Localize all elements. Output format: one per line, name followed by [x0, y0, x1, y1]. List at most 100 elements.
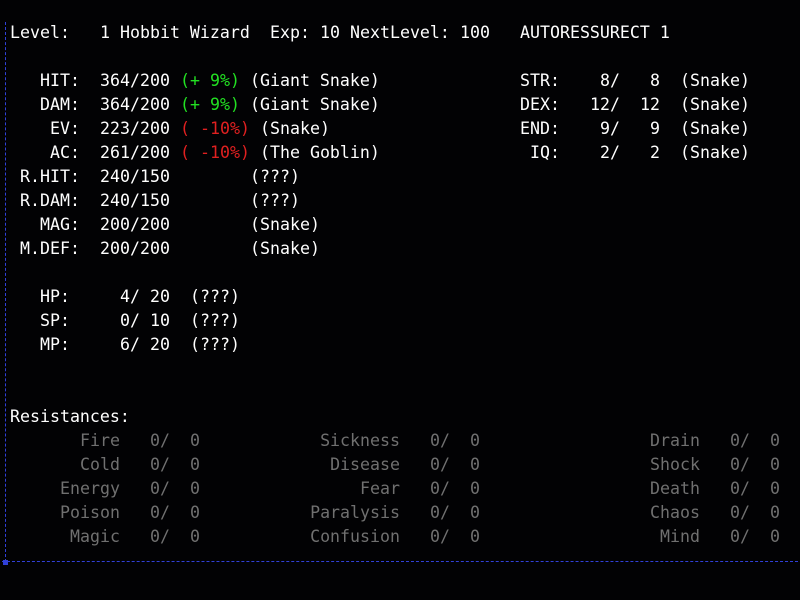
next-level-value: 100	[460, 23, 490, 42]
resistance-max: 0	[470, 503, 480, 522]
vital-source: (???)	[190, 311, 240, 330]
character-sheet-screen: Level: 1 Hobbit Wizard Exp: 10 NextLevel…	[0, 0, 800, 600]
combat-stat-label: M.DEF:	[20, 239, 80, 258]
attribute-label: DEX:	[520, 95, 560, 114]
left-border	[5, 22, 6, 562]
combat-stat-max: 200	[140, 71, 170, 90]
resistance-current: 0/	[730, 455, 750, 474]
resistance-max: 0	[770, 503, 780, 522]
combat-stat-max: 200	[140, 215, 170, 234]
combat-stat-source: (???)	[250, 167, 300, 186]
attribute-label: END:	[520, 119, 560, 138]
border-corner	[3, 560, 8, 565]
attribute-source: (Snake)	[680, 71, 750, 90]
resistance-name: Death	[650, 479, 700, 498]
resistance-max: 0	[190, 479, 200, 498]
attribute-current: 8/	[600, 71, 620, 90]
resistance-max: 0	[470, 479, 480, 498]
combat-stat-current: 223/	[100, 119, 140, 138]
vital-source: (???)	[190, 287, 240, 306]
autoressurect-status: AUTORESSURECT 1	[520, 23, 670, 42]
combat-stat-modifier: ( -10%)	[180, 119, 250, 138]
bottom-border	[2, 561, 798, 562]
combat-stat-current: 200/	[100, 215, 140, 234]
combat-stat-max: 200	[140, 119, 170, 138]
resistance-name: Paralysis	[310, 503, 400, 522]
combat-stat-max: 200	[140, 95, 170, 114]
combat-stat-label: EV:	[50, 119, 80, 138]
vital-current: 6/	[120, 335, 140, 354]
level-value: 1	[100, 23, 110, 42]
combat-stat-label: AC:	[50, 143, 80, 162]
resistance-current: 0/	[430, 479, 450, 498]
attribute-max: 12	[640, 95, 660, 114]
resistance-max: 0	[470, 431, 480, 450]
attribute-max: 9	[650, 119, 660, 138]
resistance-name: Cold	[80, 455, 120, 474]
attribute-label: STR:	[520, 71, 560, 90]
combat-stat-current: 364/	[100, 95, 140, 114]
combat-stat-modifier: ( -10%)	[180, 143, 250, 162]
vital-current: 4/	[120, 287, 140, 306]
combat-stat-current: 261/	[100, 143, 140, 162]
attribute-source: (Snake)	[680, 95, 750, 114]
combat-stat-label: HIT:	[40, 71, 80, 90]
resistance-current: 0/	[150, 479, 170, 498]
resistance-name: Sickness	[320, 431, 400, 450]
resistance-max: 0	[190, 431, 200, 450]
vital-max: 10	[150, 311, 170, 330]
resistance-max: 0	[470, 527, 480, 546]
resistance-name: Drain	[650, 431, 700, 450]
attribute-current: 12/	[590, 95, 620, 114]
resistance-current: 0/	[150, 503, 170, 522]
resistance-name: Shock	[650, 455, 700, 474]
resistance-max: 0	[190, 503, 200, 522]
resistance-current: 0/	[150, 455, 170, 474]
resistance-current: 0/	[730, 479, 750, 498]
combat-stat-current: 200/	[100, 239, 140, 258]
combat-stat-source: (Snake)	[250, 215, 320, 234]
attribute-max: 2	[650, 143, 660, 162]
resistance-max: 0	[470, 455, 480, 474]
combat-stat-source: (The Goblin)	[260, 143, 380, 162]
vital-label: SP:	[40, 311, 70, 330]
vital-current: 0/	[120, 311, 140, 330]
resistance-current: 0/	[150, 527, 170, 546]
vital-max: 20	[150, 287, 170, 306]
resistance-current: 0/	[430, 527, 450, 546]
resistance-current: 0/	[430, 455, 450, 474]
combat-stat-source: (Snake)	[260, 119, 330, 138]
combat-stat-source: (Giant Snake)	[250, 71, 380, 90]
resistance-name: Fire	[80, 431, 120, 450]
resistance-current: 0/	[430, 431, 450, 450]
vital-label: MP:	[40, 335, 70, 354]
combat-stat-max: 200	[140, 239, 170, 258]
combat-stat-source: (Snake)	[250, 239, 320, 258]
resistances-heading: Resistances:	[10, 407, 130, 426]
combat-stat-label: R.HIT:	[20, 167, 80, 186]
resistance-name: Energy	[60, 479, 120, 498]
resistance-current: 0/	[730, 431, 750, 450]
next-level-label: NextLevel:	[350, 23, 450, 42]
resistance-name: Confusion	[310, 527, 400, 546]
resistance-max: 0	[770, 455, 780, 474]
combat-stat-current: 364/	[100, 71, 140, 90]
resistance-max: 0	[770, 527, 780, 546]
resistance-name: Chaos	[650, 503, 700, 522]
combat-stat-current: 240/	[100, 167, 140, 186]
combat-stat-modifier: (+ 9%)	[180, 71, 240, 90]
resistance-max: 0	[770, 431, 780, 450]
combat-stat-max: 200	[140, 143, 170, 162]
attribute-label: IQ:	[530, 143, 560, 162]
level-label: Level:	[10, 23, 70, 42]
race-class: Hobbit Wizard	[120, 23, 250, 42]
resistance-name: Fear	[360, 479, 400, 498]
resistance-name: Poison	[60, 503, 120, 522]
attribute-current: 2/	[600, 143, 620, 162]
resistance-current: 0/	[430, 503, 450, 522]
resistance-name: Magic	[70, 527, 120, 546]
vital-label: HP:	[40, 287, 70, 306]
combat-stat-label: DAM:	[40, 95, 80, 114]
attribute-current: 9/	[600, 119, 620, 138]
attribute-max: 8	[650, 71, 660, 90]
